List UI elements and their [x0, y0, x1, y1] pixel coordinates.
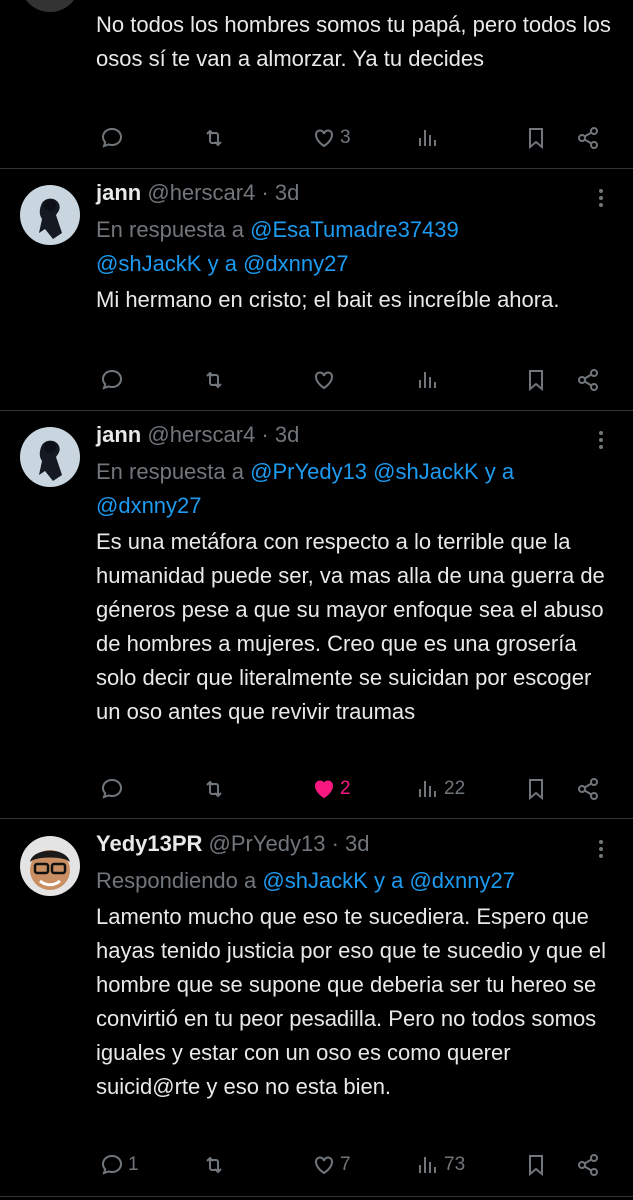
bookmark-button[interactable] — [524, 774, 548, 804]
mention-link[interactable]: @dxnny27 — [243, 251, 349, 276]
like-button[interactable] — [312, 365, 340, 395]
reply-icon — [101, 778, 123, 799]
avatar[interactable] — [20, 185, 80, 245]
more-icon[interactable] — [589, 186, 613, 210]
timestamp[interactable]: · 3d — [261, 180, 299, 205]
tweet-header: jann @herscar4 · 3d — [96, 422, 299, 448]
views-icon — [419, 130, 436, 146]
timestamp[interactable]: · 3d — [332, 831, 370, 856]
retweet-icon — [206, 129, 222, 147]
share-button[interactable] — [576, 123, 600, 153]
tweet-text: No todos los hombres somos tu papá, pero… — [96, 12, 611, 71]
bookmark-icon — [529, 1155, 543, 1177]
retweet-icon — [206, 1156, 222, 1174]
bookmark-icon — [529, 370, 543, 392]
like-button[interactable]: 2 — [312, 774, 351, 804]
bookmark-button[interactable] — [524, 1150, 548, 1180]
reply-button[interactable] — [100, 123, 128, 153]
user-handle[interactable]: @herscar4 — [147, 180, 255, 205]
tweet-2[interactable]: jann @herscar4 · 3d En respuesta a @PrYe… — [0, 410, 633, 819]
user-name[interactable]: jann — [96, 422, 141, 447]
user-handle[interactable]: @herscar4 — [147, 422, 255, 447]
reply-context: Respondiendo a @shJackK y a @dxnny27 — [96, 868, 515, 893]
tweet-0[interactable]: No todos los hombres somos tu papá, pero… — [0, 0, 633, 169]
views-icon — [419, 781, 436, 797]
mention-link[interactable]: @EsaTumadre37439 — [250, 217, 459, 242]
retweet-icon — [206, 371, 222, 389]
more-icon[interactable] — [589, 837, 613, 861]
reply-context: En respuesta a @PrYedy13 @shJackK y a @d… — [96, 459, 515, 518]
mention-link[interactable]: @dxnny27 — [409, 868, 515, 893]
share-icon — [578, 1154, 598, 1176]
tweet-header: Yedy13PR @PrYedy13 · 3d — [96, 831, 370, 857]
like-icon — [315, 1156, 333, 1175]
user-handle[interactable]: @PrYedy13 — [209, 831, 326, 856]
views-button[interactable]: 73 — [416, 1150, 465, 1180]
share-button[interactable] — [576, 365, 600, 395]
share-button[interactable] — [576, 774, 600, 804]
mention-link[interactable]: @shJackK — [373, 459, 478, 484]
retweet-button[interactable] — [202, 774, 230, 804]
reply-button[interactable] — [100, 774, 128, 804]
views-button[interactable]: 22 — [416, 774, 465, 804]
tweet-text: Lamento mucho que eso te sucediera. Espe… — [96, 904, 606, 1099]
bookmark-button[interactable] — [524, 365, 548, 395]
avatar[interactable] — [20, 836, 80, 896]
views-button[interactable] — [416, 123, 444, 153]
more-icon[interactable] — [589, 428, 613, 452]
reply-icon — [101, 1154, 123, 1175]
retweet-icon — [206, 780, 222, 798]
tweet-actions: 1 7 73 — [96, 1150, 616, 1180]
retweet-button[interactable] — [202, 123, 230, 153]
like-button[interactable]: 7 — [312, 1150, 351, 1180]
avatar[interactable] — [20, 427, 80, 487]
mention-link[interactable]: @shJackK — [96, 251, 201, 276]
user-name[interactable]: jann — [96, 180, 141, 205]
share-icon — [578, 369, 598, 391]
bookmark-icon — [529, 779, 543, 801]
user-name[interactable]: Yedy13PR — [96, 831, 202, 856]
tweet-actions: 2 22 — [96, 774, 616, 804]
timestamp[interactable]: · 3d — [261, 422, 299, 447]
tweet-actions: 3 — [96, 123, 616, 153]
views-button[interactable] — [416, 365, 444, 395]
tweet-text: Mi hermano en cristo; el bait es increíb… — [96, 287, 560, 312]
retweet-button[interactable] — [202, 365, 230, 395]
tweet-header: jann @herscar4 · 3d — [96, 180, 299, 206]
reply-button[interactable] — [100, 365, 128, 395]
tweet-text: Es una metáfora con respecto a lo terrib… — [96, 529, 605, 724]
views-icon — [419, 372, 436, 388]
bookmark-button[interactable] — [524, 123, 548, 153]
avatar[interactable] — [20, 0, 80, 12]
reply-context: En respuesta a @EsaTumadre37439 @shJackK… — [96, 217, 459, 276]
tweet-1[interactable]: jann @herscar4 · 3d En respuesta a @EsaT… — [0, 168, 633, 411]
like-icon — [315, 129, 333, 148]
like-button[interactable]: 3 — [312, 123, 351, 153]
mention-link[interactable]: @dxnny27 — [96, 493, 202, 518]
bookmark-icon — [529, 128, 543, 150]
share-icon — [578, 127, 598, 149]
tweet-actions — [96, 365, 616, 395]
reply-icon — [101, 127, 123, 148]
mention-link[interactable]: @PrYedy13 — [250, 459, 367, 484]
mention-link[interactable]: @shJackK — [262, 868, 367, 893]
like-icon — [315, 780, 333, 799]
views-icon — [419, 1157, 436, 1173]
retweet-button[interactable] — [202, 1150, 230, 1180]
like-icon — [315, 371, 333, 390]
share-button[interactable] — [576, 1150, 600, 1180]
reply-button[interactable]: 1 — [100, 1150, 139, 1180]
share-icon — [578, 778, 598, 800]
tweet-3[interactable]: Yedy13PR @PrYedy13 · 3d Respondiendo a @… — [0, 818, 633, 1197]
reply-icon — [101, 369, 123, 390]
